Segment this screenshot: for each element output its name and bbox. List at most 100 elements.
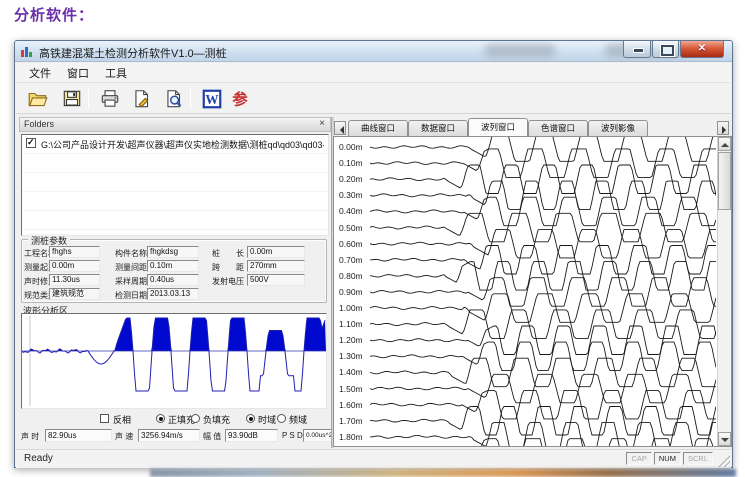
keyboard-indicators: CAPNUMSCRL [624,452,713,465]
depth-label: 0.70m [339,255,369,265]
tab-spectrum-window[interactable]: 色谱窗口 [528,120,588,136]
field-span[interactable]: 270mm [247,260,305,272]
tab-curve-window[interactable]: 曲线窗口 [348,120,408,136]
readout-sound-speed-label: 声 速 [115,431,133,442]
toolbar-preview-button[interactable] [160,86,186,110]
depth-label: 1.20m [339,335,369,345]
tab-wave-train-window[interactable]: 波列窗口 [468,118,528,136]
positive-fill-radio[interactable] [156,414,165,423]
field-time-correction[interactable]: 11.30us [49,274,100,286]
field-pile-length[interactable]: 0.00m [247,246,305,258]
field-pile-length-label: 桩 长 [212,248,244,259]
toolbar-params-button[interactable]: 参 [226,86,252,110]
field-component-name[interactable]: fhgkdsg [147,246,199,258]
close-button[interactable] [680,41,724,58]
print-icon [99,88,121,110]
readout-psd-label: P S D [282,431,303,440]
freq-domain-radio[interactable] [277,414,286,423]
scroll-down-icon[interactable] [718,432,731,446]
right-panel: 曲线窗口数据窗口波列窗口色谱窗口波列影像 0.00m 0.10m 0.20m 0.30… [333,117,733,448]
app-window: 高铁建混凝土检测分析软件V1.0—测桩 文件窗口工具 W参 Folders × … [14,40,733,468]
tab-data-window[interactable]: 数据窗口 [408,120,468,136]
field-project-name[interactable]: fhghs [49,246,100,258]
status-message: Ready [24,453,53,464]
depth-label: 0.90m [339,287,369,297]
depth-label: 0.30m [339,190,369,200]
field-start-point[interactable]: 0.00m [49,260,100,272]
save-icon [61,88,83,110]
window-title: 高铁建混凝土检测分析软件V1.0—测桩 [39,45,227,61]
menu-item-window[interactable]: 窗口 [59,63,97,83]
depth-label: 0.40m [339,206,369,216]
waveform-analysis-box [21,313,327,409]
depth-label: 1.10m [339,319,369,329]
menu-item-file[interactable]: 文件 [21,63,59,83]
depth-label: 0.80m [339,271,369,281]
menu-item-tools[interactable]: 工具 [97,63,135,83]
tab-scroll-left-icon[interactable] [334,121,346,135]
field-sample-period[interactable]: 0.40us [147,274,199,286]
page-edit-icon [131,88,153,110]
tab-scroll-right-icon[interactable] [717,121,729,135]
depth-label: 0.50m [339,223,369,233]
item-checkbox[interactable] [26,138,36,148]
field-sample-period-label: 采样周期 [115,276,147,287]
parameters-groupbox: 测桩参数 工程名称fhghs构件名称fhgkdsg桩 长0.00m测量起点0.0… [21,239,327,303]
tab-wave-train-image[interactable]: 波列影像 [588,120,648,136]
toolbar-separator [88,87,89,109]
negative-fill-label: 负填充 [203,413,230,426]
field-measure-spacing[interactable]: 0.10m [147,260,199,272]
scrollbar-thumb[interactable] [718,152,731,210]
negative-fill-radio[interactable] [191,414,200,423]
readout-amplitude-label: 幅 值 [203,431,221,442]
field-test-date[interactable]: 2013.03.13 [147,288,199,300]
field-span-label: 跨 距 [212,262,244,273]
list-item[interactable]: G:\公司产品设计开发\超声仪器\超声仪实地检测数据\测桩qd\qd03\qd0… [24,137,324,150]
depth-label: 0.10m [339,158,369,168]
time-domain-radio[interactable] [246,414,255,423]
readout-sound-speed[interactable]: 3256.94m/s [138,429,200,442]
folders-panel-title: Folders [24,119,54,129]
readout-amplitude[interactable]: 93.90dB [225,429,278,442]
analysis-waveform [22,314,326,408]
toolbar-open-button[interactable] [24,86,50,110]
toolbar-word-export-button[interactable]: W [198,86,224,110]
folders-close-icon[interactable]: × [317,118,327,129]
toolbar-save-button[interactable] [58,86,84,110]
folders-listbox[interactable]: G:\公司产品设计开发\超声仪器\超声仪实地检测数据\测桩qd\qd03\qd0… [21,134,329,236]
invert-checkbox[interactable] [100,414,109,423]
app-icon [21,46,35,57]
field-standard-type[interactable]: 建筑规范 [49,288,100,300]
resize-grip[interactable] [717,454,730,467]
folders-panel-header: Folders × [19,117,331,132]
svg-text:参: 参 [232,90,248,109]
status-bar: Ready CAPNUMSCRL [16,449,731,468]
vertical-scrollbar[interactable] [717,137,731,446]
depth-label: 0.20m [339,174,369,184]
toolbar-page-edit-button[interactable] [128,86,154,110]
field-test-date-label: 检测日期 [115,290,147,301]
invert-label: 反相 [113,413,131,426]
indicator-scroll: SCRL [683,452,713,465]
window-titlebar[interactable]: 高铁建混凝土检测分析软件V1.0—测桩 [15,41,732,62]
maximize-button[interactable] [652,41,679,58]
depth-label: 1.40m [339,367,369,377]
glass-reflection [485,44,555,57]
depth-label: 0.60m [339,239,369,249]
params-icon: 参 [229,88,251,110]
toolbar-print-button[interactable] [96,86,122,110]
minimize-button[interactable] [623,41,651,58]
menu-bar: 文件窗口工具 [16,63,731,83]
open-icon [27,88,49,110]
depth-label: 1.60m [339,400,369,410]
field-voltage[interactable]: 500V [247,274,305,286]
readout-psd[interactable]: 0.00us^2/m [303,429,333,442]
screenshot-root: 分析软件： 高铁建混凝土检测分析软件V1.0—测桩 文件窗口工具 W参 Fold… [0,0,745,477]
wave-train-traces [370,137,716,446]
preview-icon [163,88,185,110]
depth-label: 0.00m [339,142,369,152]
wave-train-area: 0.00m 0.10m 0.20m 0.30m 0.40m 0.50m 0.60m 0.70m… [333,136,732,447]
scroll-up-icon[interactable] [718,137,731,151]
readout-sound-time[interactable]: 82.90us [45,429,112,442]
depth-label: 1.00m [339,303,369,313]
